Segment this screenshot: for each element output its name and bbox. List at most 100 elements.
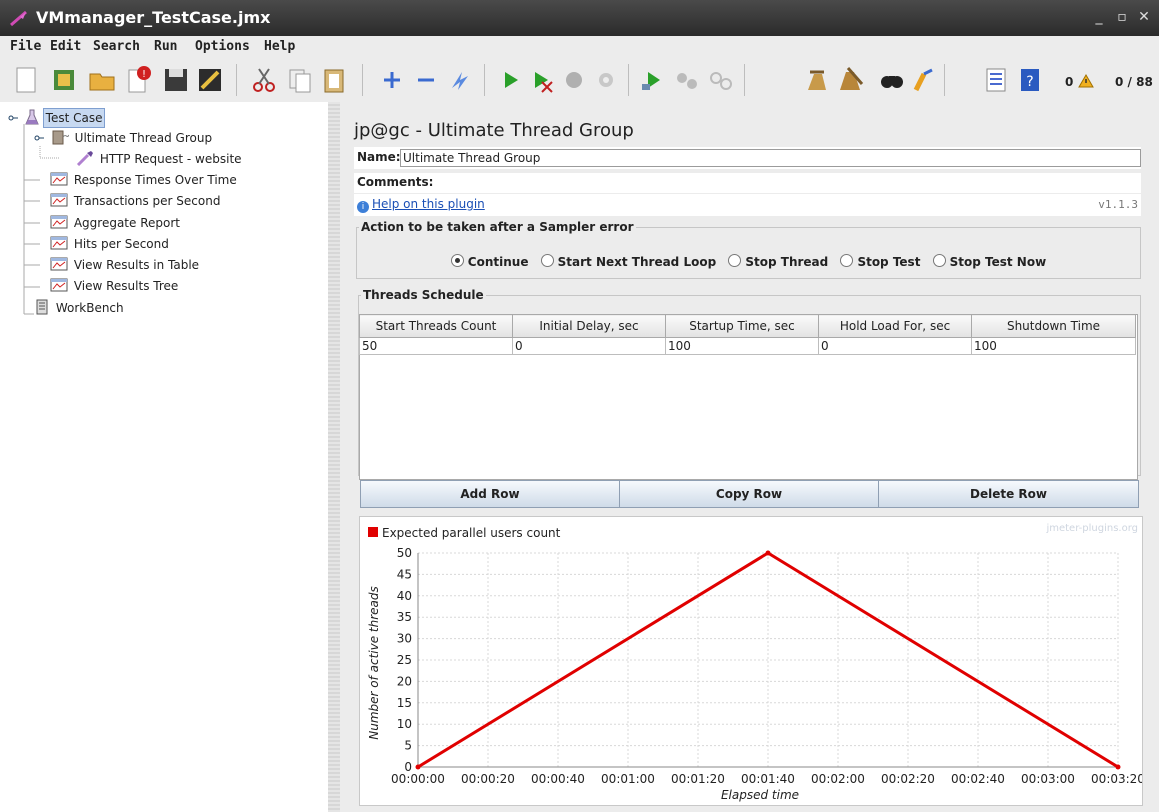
menu-options[interactable]: Options xyxy=(195,39,250,54)
radio-continue[interactable]: Continue xyxy=(450,254,529,269)
save-as-icon[interactable] xyxy=(194,64,226,96)
tree-node-listener[interactable]: Hits per Second xyxy=(50,235,171,253)
tree-node-listener[interactable]: Response Times Over Time xyxy=(50,171,239,189)
shutdown-icon[interactable] xyxy=(590,64,622,96)
new-icon[interactable] xyxy=(10,64,42,96)
stop-icon[interactable] xyxy=(558,64,590,96)
collapse-all-icon[interactable] xyxy=(410,64,442,96)
clear-icon[interactable] xyxy=(800,64,832,96)
data-point xyxy=(415,764,421,770)
tree-node-workbench[interactable]: WorkBench xyxy=(34,299,126,317)
templates-icon[interactable] xyxy=(48,64,80,96)
clear-all-icon[interactable] xyxy=(834,64,866,96)
radio-dot xyxy=(450,254,464,267)
y-tick-label: 5 xyxy=(404,739,412,753)
title-bar: VMmanager_TestCase.jmx _ ▫ ✕ xyxy=(0,0,1159,36)
menu-bar: File Edit Search Run Options Help xyxy=(0,36,1159,59)
tree-label: Test Case xyxy=(42,108,106,128)
maximize-button[interactable]: ▫ xyxy=(1113,8,1131,26)
data-point xyxy=(1115,764,1121,770)
pane-splitter[interactable] xyxy=(328,102,340,812)
remote-shutdown-icon[interactable] xyxy=(704,64,736,96)
x-tick-label: 00:03:20 xyxy=(1091,772,1142,786)
listener-graph-icon xyxy=(50,172,68,186)
menu-edit[interactable]: Edit xyxy=(50,39,81,54)
radio-start-next-thread-loop[interactable]: Start Next Thread Loop xyxy=(540,254,716,269)
column-header[interactable]: Start Threads Count xyxy=(359,314,513,338)
tree-node-test-case[interactable]: Test Case xyxy=(8,108,106,128)
close-file-icon[interactable]: ! xyxy=(122,64,154,96)
expand-handle-icon[interactable] xyxy=(8,113,18,123)
radio-dot xyxy=(932,254,946,267)
y-tick-label: 35 xyxy=(397,610,412,624)
save-icon[interactable] xyxy=(160,64,192,96)
tree-label: Aggregate Report xyxy=(73,216,180,230)
beaker-icon xyxy=(25,109,39,125)
delete-row-button[interactable]: Delete Row xyxy=(878,480,1139,508)
search-icon[interactable] xyxy=(876,64,908,96)
open-icon[interactable] xyxy=(86,64,118,96)
name-field[interactable]: Ultimate Thread Group xyxy=(400,149,1141,167)
table-cell[interactable]: 0 xyxy=(512,337,666,355)
radio-label: Continue xyxy=(467,255,529,269)
reset-search-icon[interactable] xyxy=(908,64,940,96)
toolbar-separator xyxy=(362,64,363,96)
radio-label: Stop Test xyxy=(857,255,921,269)
help-link-text: Help on this plugin xyxy=(372,197,485,211)
table-cell[interactable]: 100 xyxy=(971,337,1136,355)
jmeter-feather-icon xyxy=(10,10,27,26)
x-tick-label: 00:00:20 xyxy=(461,772,515,786)
radio-stop-test[interactable]: Stop Test xyxy=(840,254,920,269)
comments-row[interactable]: Comments: xyxy=(354,173,1141,193)
column-header[interactable]: Hold Load For, sec xyxy=(818,314,972,338)
column-header[interactable]: Shutdown Time xyxy=(971,314,1136,338)
radio-stop-thread[interactable]: Stop Thread xyxy=(728,254,828,269)
menu-search[interactable]: Search xyxy=(93,39,140,54)
add-row-button[interactable]: Add Row xyxy=(360,480,620,508)
menu-help[interactable]: Help xyxy=(264,39,295,54)
expand-all-icon[interactable] xyxy=(376,64,408,96)
x-tick-label: 00:01:00 xyxy=(601,772,655,786)
tree-node-ultimate-thread-group[interactable]: Ultimate Thread Group xyxy=(34,129,214,147)
help-link[interactable]: i Help on this plugin xyxy=(357,197,485,213)
table-cell[interactable]: 50 xyxy=(359,337,513,355)
chart-watermark: jmeter-plugins.org xyxy=(1045,523,1138,534)
table-row[interactable]: 50 0 100 0 100 xyxy=(359,337,1136,355)
paste-icon[interactable] xyxy=(318,64,350,96)
copy-row-button[interactable]: Copy Row xyxy=(619,480,879,508)
table-cell[interactable]: 0 xyxy=(818,337,972,355)
row-buttons: Add Row Copy Row Delete Row xyxy=(360,480,1139,508)
start-no-timers-icon[interactable] xyxy=(526,64,558,96)
tree-node-http-request[interactable]: HTTP Request - website xyxy=(76,150,244,168)
start-icon[interactable] xyxy=(494,64,526,96)
tree-node-listener[interactable]: View Results Tree xyxy=(50,277,180,295)
help-icon[interactable]: ? xyxy=(1014,64,1046,96)
function-helper-icon[interactable] xyxy=(980,64,1012,96)
menu-run[interactable]: Run xyxy=(154,39,177,54)
minimize-button[interactable]: _ xyxy=(1090,8,1108,26)
remote-stop-icon[interactable] xyxy=(670,64,702,96)
cut-icon[interactable] xyxy=(248,64,280,96)
threads-schedule-group: Threads Schedule Start Threads Count Ini… xyxy=(358,288,1141,480)
table-cell[interactable]: 100 xyxy=(665,337,819,355)
toggle-icon[interactable] xyxy=(444,64,476,96)
x-tick-label: 00:03:00 xyxy=(1021,772,1075,786)
radio-stop-test-now[interactable]: Stop Test Now xyxy=(932,254,1046,269)
tree-node-listener[interactable]: Transactions per Second xyxy=(50,192,222,210)
legend-swatch xyxy=(368,527,378,537)
tree-node-listener[interactable]: View Results in Table xyxy=(50,256,201,274)
tree-node-listener[interactable]: Aggregate Report xyxy=(50,214,182,232)
warning-icon[interactable] xyxy=(1078,74,1094,88)
expand-handle-icon[interactable] xyxy=(34,133,44,143)
y-tick-label: 45 xyxy=(397,567,412,581)
menu-file[interactable]: File xyxy=(10,39,41,54)
close-button[interactable]: ✕ xyxy=(1135,8,1153,26)
radio-dot xyxy=(840,254,854,267)
workbench-icon xyxy=(36,299,48,315)
copy-icon[interactable] xyxy=(284,64,316,96)
remote-start-icon[interactable] xyxy=(636,64,668,96)
column-header[interactable]: Startup Time, sec xyxy=(665,314,819,338)
page-title: jp@gc - Ultimate Thread Group xyxy=(354,120,634,141)
column-header[interactable]: Initial Delay, sec xyxy=(512,314,666,338)
x-tick-label: 00:00:40 xyxy=(531,772,585,786)
